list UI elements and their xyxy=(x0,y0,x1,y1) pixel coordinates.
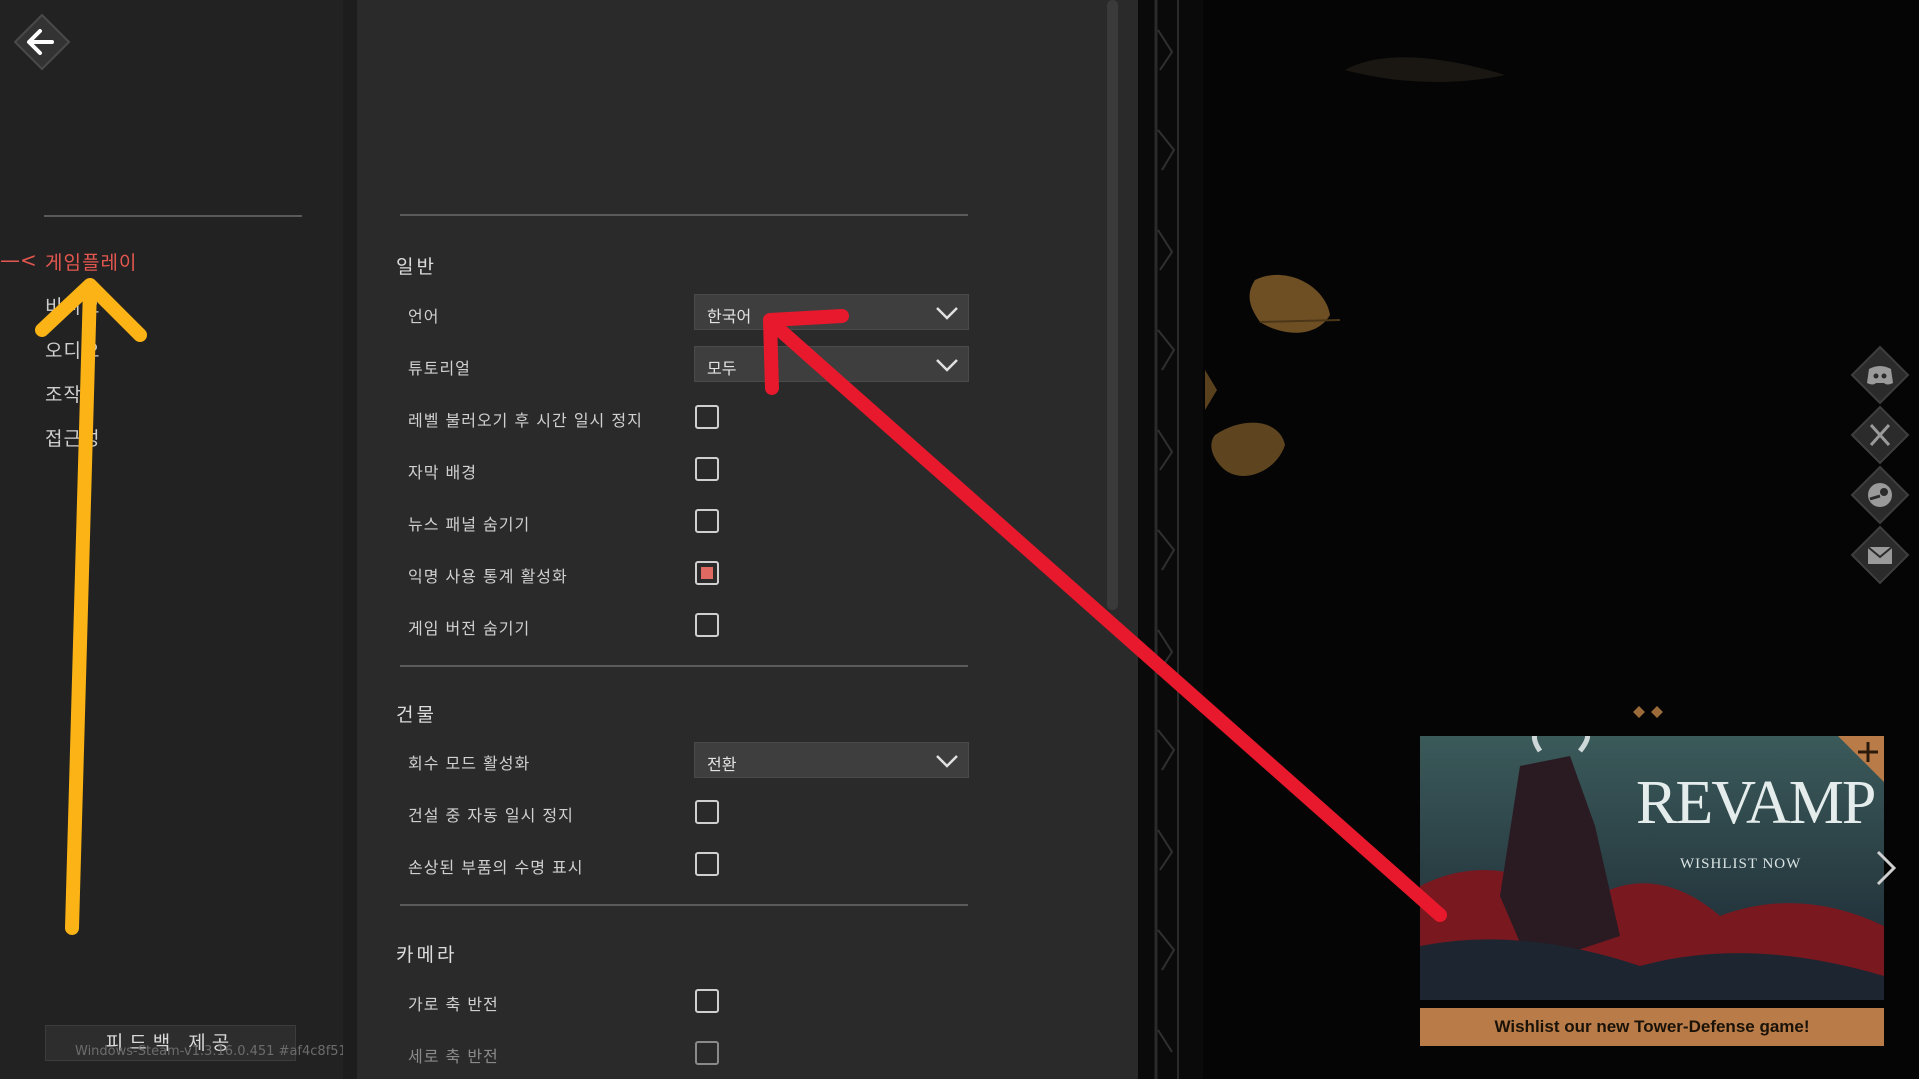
auto-pause-checkbox[interactable] xyxy=(695,800,719,824)
language-dropdown[interactable]: 한국어 xyxy=(694,294,969,330)
decorative-border-strip xyxy=(1138,0,1203,1079)
invert-x-label: 가로 축 반전 xyxy=(408,995,499,1014)
section-divider xyxy=(400,904,968,906)
tutorial-value: 모두 xyxy=(707,359,737,378)
hide-version-checkbox[interactable] xyxy=(695,613,719,637)
section-title-general: 일반 xyxy=(396,256,437,278)
language-value: 한국어 xyxy=(707,307,752,326)
nav-item-controls[interactable]: 조작 xyxy=(45,380,82,407)
anon-stats-checkbox[interactable] xyxy=(695,561,719,585)
panel-gutter xyxy=(343,0,357,1079)
nav-item-gameplay[interactable]: 게임플레이 xyxy=(45,248,137,275)
pause-after-load-checkbox[interactable] xyxy=(695,405,719,429)
nav-item-video[interactable]: 비디오 xyxy=(45,292,100,319)
tutorial-dropdown[interactable]: 모두 xyxy=(694,346,969,382)
invert-x-checkbox[interactable] xyxy=(695,989,719,1013)
active-nav-marker: —< xyxy=(0,248,37,272)
x-twitter-icon[interactable] xyxy=(1850,405,1910,465)
leaf-decorations xyxy=(1205,274,1341,476)
pause-after-load-label: 레벨 불러오기 후 시간 일시 정지 xyxy=(408,411,643,430)
subtitle-bg-checkbox[interactable] xyxy=(695,457,719,481)
section-divider xyxy=(400,665,968,667)
tutorial-label: 튜토리얼 xyxy=(408,359,471,378)
mail-icon[interactable] xyxy=(1850,525,1910,585)
recycle-mode-label: 회수 모드 활성화 xyxy=(408,754,531,773)
show-durability-checkbox[interactable] xyxy=(695,852,719,876)
nav-item-accessibility[interactable]: 접근성 xyxy=(45,424,100,451)
section-divider xyxy=(400,214,968,216)
promo-wishlist-banner[interactable]: Wishlist our new Tower-Defense game! xyxy=(1420,1008,1884,1046)
discord-icon[interactable] xyxy=(1850,345,1910,405)
chevron-down-icon xyxy=(936,755,958,768)
plus-icon[interactable] xyxy=(1838,736,1884,782)
promo-subtitle: WISHLIST NOW xyxy=(1680,856,1802,872)
anon-stats-label: 익명 사용 통계 활성화 xyxy=(408,567,568,586)
chevron-down-icon xyxy=(936,359,958,372)
section-title-camera: 카메라 xyxy=(396,944,458,966)
leaf-decoration-faint xyxy=(1345,57,1505,82)
hide-news-checkbox[interactable] xyxy=(695,509,719,533)
hide-news-label: 뉴스 패널 숨기기 xyxy=(408,515,531,534)
chevron-down-icon xyxy=(936,307,958,320)
steam-icon[interactable] xyxy=(1850,465,1910,525)
subtitle-bg-label: 자막 배경 xyxy=(408,463,477,482)
show-durability-label: 손상된 부품의 수명 표시 xyxy=(408,858,584,877)
chevron-right-icon[interactable] xyxy=(1872,848,1900,888)
settings-panel xyxy=(357,0,1138,1079)
hide-version-label: 게임 버전 숨기기 xyxy=(408,619,531,638)
nav-item-audio[interactable]: 오디오 xyxy=(45,336,100,363)
recycle-mode-dropdown[interactable]: 전환 xyxy=(694,742,969,778)
auto-pause-label: 건설 중 자동 일시 정지 xyxy=(408,806,574,825)
language-label: 언어 xyxy=(408,307,440,326)
invert-y-label: 세로 축 반전 xyxy=(408,1047,499,1066)
settings-scrollbar[interactable] xyxy=(1107,0,1118,610)
invert-y-checkbox[interactable] xyxy=(695,1041,719,1065)
carousel-dots[interactable] xyxy=(1632,705,1664,719)
nav-divider xyxy=(44,215,302,217)
recycle-mode-value: 전환 xyxy=(707,755,737,774)
back-arrow-icon[interactable] xyxy=(12,12,72,72)
settings-category-panel: —< 게임플레이 비디오 오디오 조작 접근성 피드백 제공 Windows-S… xyxy=(0,0,347,1079)
version-label: Windows-Steam-v1.3.16.0.451 #af4c8f51 xyxy=(75,1044,347,1059)
section-title-buildings: 건물 xyxy=(396,704,437,726)
